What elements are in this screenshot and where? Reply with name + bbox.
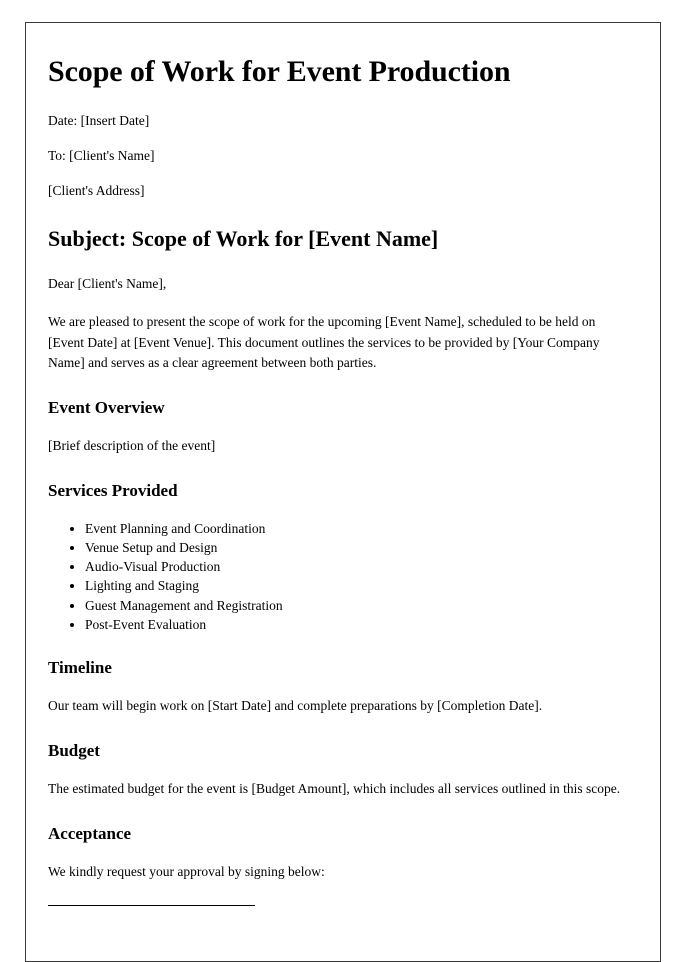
- list-item: Lighting and Staging: [85, 576, 626, 595]
- meta-line-date: Date: [Insert Date]: [48, 112, 150, 128]
- list-item: Event Planning and Coordination: [85, 519, 626, 538]
- meta-line-address: [Client's Address]: [48, 183, 145, 199]
- page-title: Scope of Work for Event Production: [48, 55, 511, 88]
- list-item: Post-Event Evaluation: [85, 615, 626, 634]
- list-item: Guest Management and Registration: [85, 596, 626, 615]
- section-body-timeline: Our team will begin work on [Start Date]…: [48, 698, 543, 714]
- document-page: Scope of Work for Event Production Date:…: [25, 22, 661, 962]
- section-heading-event-overview: Event Overview: [48, 397, 165, 417]
- signature-line: [48, 904, 255, 906]
- section-heading-acceptance: Acceptance: [48, 823, 132, 843]
- section-heading-timeline: Timeline: [48, 657, 112, 677]
- salutation: Dear [Client's Name],: [48, 275, 167, 291]
- list-item: Venue Setup and Design: [85, 538, 626, 557]
- list-item: Audio-Visual Production: [85, 557, 626, 576]
- section-heading-budget: Budget: [48, 740, 100, 760]
- section-heading-services-provided: Services Provided: [48, 480, 178, 500]
- section-body-budget: The estimated budget for the event is [B…: [48, 781, 621, 797]
- section-body-event-overview: [Brief description of the event]: [48, 438, 216, 453]
- document-body: Scope of Work for Event Production Date:…: [26, 23, 660, 906]
- services-provided-list: Event Planning and Coordination Venue Se…: [48, 519, 626, 634]
- subject-heading: Subject: Scope of Work for [Event Name]: [48, 226, 439, 252]
- meta-line-recipient: To: [Client's Name]: [48, 148, 155, 164]
- intro-paragraph: We are pleased to present the scope of w…: [48, 314, 600, 371]
- section-body-acceptance: We kindly request your approval by signi…: [48, 864, 325, 880]
